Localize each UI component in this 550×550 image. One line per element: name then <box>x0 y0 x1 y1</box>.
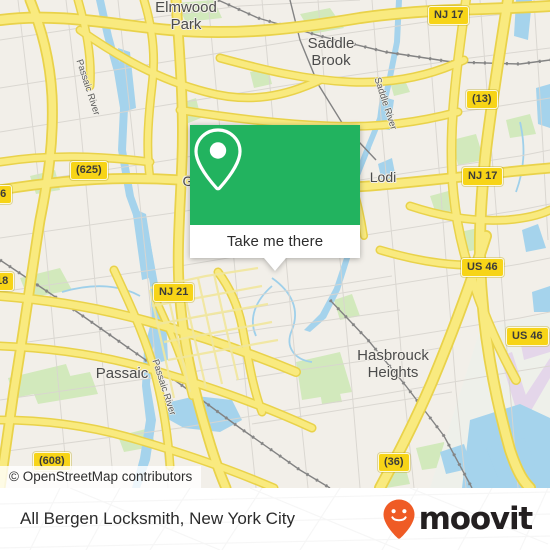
take-me-there-label: Take me there <box>226 233 324 250</box>
popup-tail <box>264 258 286 271</box>
moovit-brand-logo[interactable]: moovit <box>382 498 534 540</box>
map-attribution[interactable]: © OpenStreetMap contributors <box>0 466 202 488</box>
moovit-map-screenshot: Elmwood Park Saddle Brook Lodi Garfield … <box>0 0 550 550</box>
footer-bar: All Bergen Locksmith, New York City moov… <box>0 488 550 550</box>
location-popup-card[interactable]: Take me there <box>190 125 360 271</box>
popup-image-area <box>190 125 360 225</box>
moovit-smiley-pin-icon <box>383 499 415 539</box>
take-me-there-button[interactable]: Take me there <box>190 225 360 271</box>
moovit-wordmark: moovit <box>418 500 534 537</box>
map-canvas[interactable]: Elmwood Park Saddle Brook Lodi Garfield … <box>0 0 550 488</box>
page-title: All Bergen Locksmith, New York City <box>20 509 295 528</box>
location-pin-icon <box>194 128 242 191</box>
